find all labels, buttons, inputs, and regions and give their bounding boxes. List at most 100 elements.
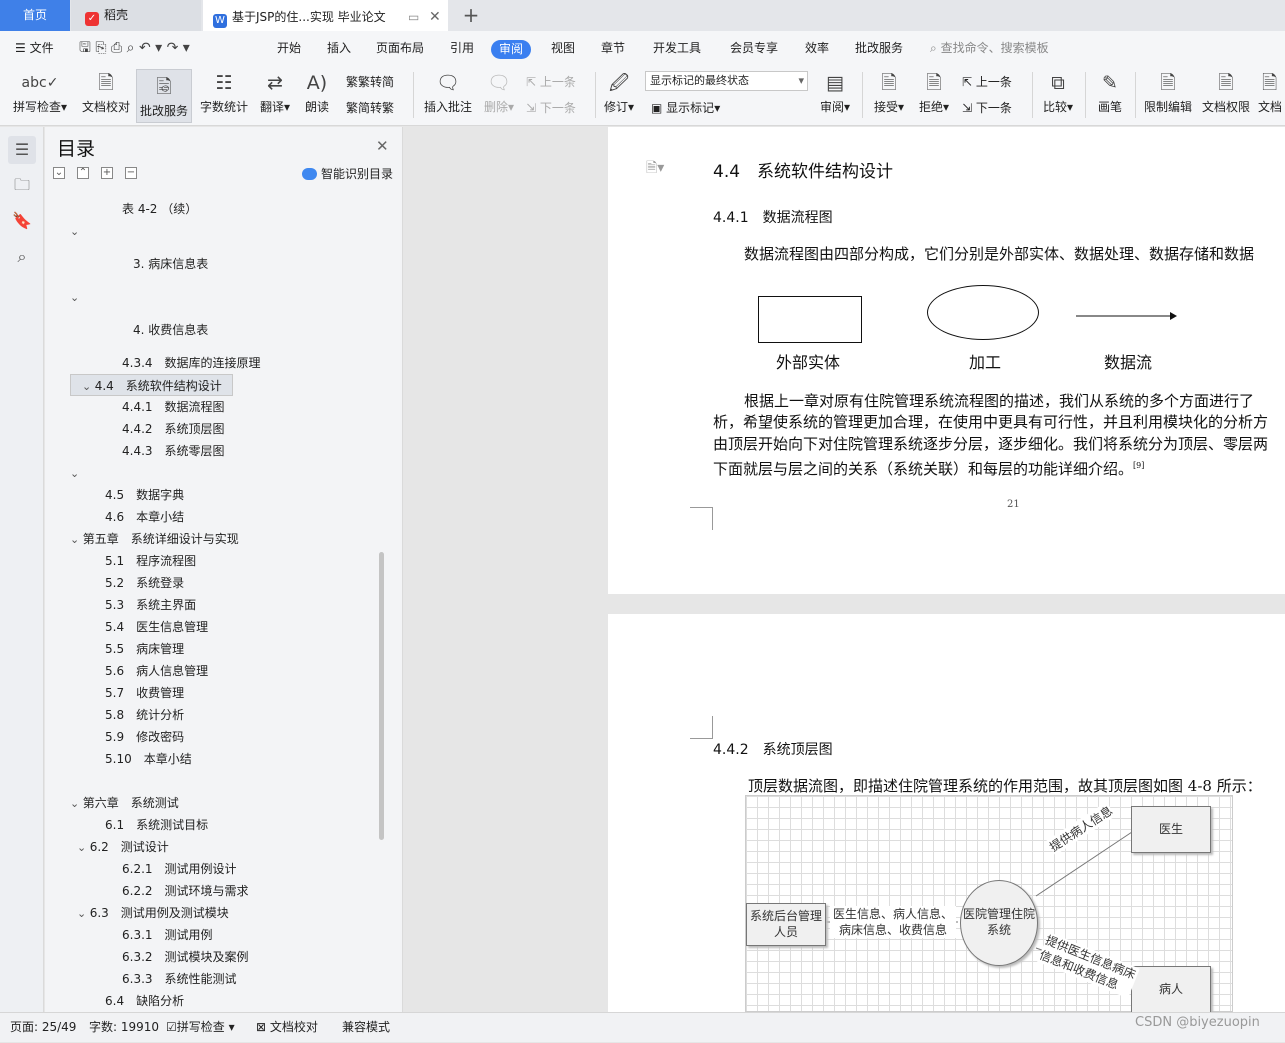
chevron-down-icon[interactable]: ⌄ bbox=[82, 380, 95, 393]
toc-item[interactable]: ⌄ 6.2 测试设计 bbox=[70, 836, 378, 858]
menu-member[interactable]: 会员专享 bbox=[730, 31, 778, 66]
toc-item[interactable]: ⌄ 第六章 系统测试 bbox=[70, 792, 378, 814]
chapter-nav-icon[interactable]: 🗀 bbox=[8, 171, 36, 199]
toc-item[interactable]: 4. 收费信息表 bbox=[70, 308, 378, 352]
tab-document[interactable]: W 基于JSP的住...实现 毕业论文 ▭ ✕ bbox=[203, 0, 448, 31]
toc-item[interactable]: 6.4 缺陷分析 bbox=[70, 990, 378, 1012]
delete-comment-button[interactable]: 🗨 删除▾ bbox=[481, 66, 517, 122]
menu-view[interactable]: 视图 bbox=[551, 31, 575, 66]
toc-item[interactable]: 4.4.1 数据流程图 bbox=[70, 396, 378, 418]
next-comment-button[interactable]: ⇲ 下一条 bbox=[526, 97, 576, 119]
expand-all-icon[interactable]: ⌄ bbox=[53, 167, 65, 179]
toc-item[interactable]: 5.1 程序流程图 bbox=[70, 550, 378, 572]
prev-change-button[interactable]: ⇱ 上一条 bbox=[962, 71, 1012, 93]
toc-item[interactable]: 6.3.2 测试模块及案例 bbox=[70, 946, 378, 968]
prev-comment-button[interactable]: ⇱ 上一条 bbox=[526, 71, 576, 93]
review-pane-button[interactable]: ▤ 审阅▾ bbox=[815, 66, 855, 122]
toc-item[interactable]: 4.4.2 系统顶层图 bbox=[70, 418, 378, 440]
toc-item[interactable]: ⌄ 第五章 系统详细设计与实现 bbox=[70, 528, 378, 550]
toc-item[interactable]: 5.3 系统主界面 bbox=[70, 594, 378, 616]
toc-item[interactable]: 4.6 本章小结 bbox=[70, 506, 378, 528]
spell-check-button[interactable]: abc✓ 拼写检查▾ bbox=[10, 66, 70, 122]
chevron-down-icon[interactable]: ⌄ bbox=[77, 907, 90, 920]
toc-item[interactable]: ⌄ bbox=[70, 220, 378, 242]
tab-daoke[interactable]: ✓ 稻壳 bbox=[71, 0, 201, 31]
toc-item[interactable]: 4.4.3 系统零层图 bbox=[70, 440, 378, 462]
menu-start[interactable]: 开始 bbox=[277, 31, 301, 66]
new-tab-icon[interactable]: + bbox=[459, 2, 483, 30]
menu-review[interactable]: 审阅 bbox=[491, 40, 532, 59]
expand-level-icon[interactable]: + bbox=[101, 167, 113, 179]
search-icon[interactable]: ⌕ bbox=[8, 243, 36, 271]
toc-item[interactable]: 5.5 病床管理 bbox=[70, 638, 378, 660]
toc-item[interactable]: 4.5 数据字典 bbox=[70, 484, 378, 506]
doc-check-status[interactable]: ⊠ 文档校对 bbox=[256, 1013, 318, 1043]
word-count-button[interactable]: ☷ 字数统计 bbox=[197, 66, 251, 122]
page-indicator[interactable]: 页面: 25/49 bbox=[10, 1013, 76, 1043]
correct-service-button[interactable]: 🗟 批改服务 bbox=[136, 69, 192, 123]
collapse-level-icon[interactable]: − bbox=[125, 167, 137, 179]
word-count-status[interactable]: 字数: 19910 bbox=[89, 1013, 159, 1043]
menu-correct-service[interactable]: 批改服务 bbox=[855, 31, 903, 66]
toc-item[interactable]: 5.4 医生信息管理 bbox=[70, 616, 378, 638]
menu-file[interactable]: ☰ 文件 bbox=[15, 31, 54, 66]
menu-dev-tools[interactable]: 开发工具 bbox=[653, 31, 701, 66]
menu-insert[interactable]: 插入 bbox=[327, 31, 351, 66]
chevron-down-icon[interactable]: ⌄ bbox=[70, 533, 83, 546]
tab-home[interactable]: 首页 bbox=[0, 0, 70, 31]
chevron-down-icon[interactable]: ⌄ bbox=[70, 225, 79, 238]
close-icon[interactable]: ✕ bbox=[376, 137, 389, 155]
toc-item[interactable]: 5.6 病人信息管理 bbox=[70, 660, 378, 682]
pen-button[interactable]: ✎ 画笔 bbox=[1092, 66, 1128, 122]
next-change-button[interactable]: ⇲ 下一条 bbox=[962, 97, 1012, 119]
chevron-down-icon[interactable]: ⌄ bbox=[70, 797, 83, 810]
toc-item[interactable]: 5.9 修改密码 bbox=[70, 726, 378, 748]
toc-item[interactable]: 5.8 统计分析 bbox=[70, 704, 378, 726]
toc-item[interactable]: 6.3.3 系统性能测试 bbox=[70, 968, 378, 990]
read-aloud-button[interactable]: A) 朗读 bbox=[300, 66, 334, 122]
toc-item[interactable]: 3. 病床信息表 bbox=[70, 242, 378, 286]
toc-item[interactable]: 5.2 系统登录 bbox=[70, 572, 378, 594]
revise-button[interactable]: 🖉 修订▾ bbox=[600, 66, 638, 122]
quick-toolbar-icons[interactable]: 🖫 ⎘ ⎙ ⌕ ↶ ▾ ↷ ▾ bbox=[79, 31, 190, 66]
doc-permission-button[interactable]: 🗎 文档权限 bbox=[1199, 66, 1253, 122]
command-search[interactable]: ⌕ 查找命令、搜索模板 bbox=[930, 31, 1049, 66]
bookmark-icon[interactable]: 🔖 bbox=[8, 207, 36, 235]
menu-reference[interactable]: 引用 bbox=[450, 31, 474, 66]
smart-toc-button[interactable]: 智能识别目录 bbox=[302, 165, 393, 182]
toc-item[interactable] bbox=[70, 770, 378, 792]
toc-item[interactable]: 5.10 本章小结 bbox=[70, 748, 378, 770]
toc-icon[interactable]: ☰ bbox=[8, 136, 36, 164]
reject-button[interactable]: 🗎 拒绝▾ bbox=[914, 66, 954, 122]
markup-state-select[interactable]: 显示标记的最终状态 ▾ bbox=[645, 71, 808, 91]
menu-efficiency[interactable]: 效率 bbox=[805, 31, 829, 66]
menu-page-layout[interactable]: 页面布局 bbox=[376, 31, 424, 66]
toc-item[interactable]: ⌄ 4.4 系统软件结构设计 bbox=[70, 374, 233, 396]
restrict-edit-button[interactable]: 🗎 限制编辑 bbox=[1141, 66, 1195, 122]
simp-to-trad-button[interactable]: 繁简转繁 bbox=[346, 97, 394, 119]
toc-item[interactable]: ⌄ bbox=[70, 462, 378, 484]
toc-item[interactable]: 5.7 收费管理 bbox=[70, 682, 378, 704]
accept-button[interactable]: 🗎 接受▾ bbox=[869, 66, 909, 122]
collapse-all-icon[interactable]: ⌃ bbox=[77, 167, 89, 179]
show-markup-button[interactable]: ▣ 显示标记▾ bbox=[651, 97, 720, 119]
toc-item[interactable]: 6.3.1 测试用例 bbox=[70, 924, 378, 946]
paragraph-icon[interactable]: 🗎▾ bbox=[646, 157, 664, 181]
chevron-down-icon[interactable]: ⌄ bbox=[70, 291, 79, 304]
doc-check-button[interactable]: 🗎 文档校对 bbox=[79, 66, 133, 122]
toc-item[interactable]: ⌄ 6.3 测试用例及测试模块 bbox=[70, 902, 378, 924]
trad-to-simp-button[interactable]: 繁繁转简 bbox=[346, 71, 394, 93]
close-tab-icon[interactable]: ✕ bbox=[429, 2, 441, 33]
translate-button[interactable]: ⇄ 翻译▾ bbox=[256, 66, 294, 122]
spell-check-status[interactable]: ☑拼写检查 ▾ bbox=[166, 1013, 235, 1043]
toc-item[interactable]: 表 4-2 （续） bbox=[70, 198, 378, 220]
toc-item[interactable]: ⌄ bbox=[70, 286, 378, 308]
restore-icon[interactable]: ▭ bbox=[408, 2, 419, 33]
compare-button[interactable]: ⧉ 比较▾ bbox=[1038, 66, 1078, 122]
more-doc-button[interactable]: 🗎 文档 bbox=[1258, 66, 1285, 122]
chevron-down-icon[interactable]: ⌄ bbox=[70, 467, 79, 480]
insert-comment-button[interactable]: 🗨 插入批注 bbox=[420, 66, 476, 122]
toc-item[interactable]: 6.2.1 测试用例设计 bbox=[70, 858, 378, 880]
toc-item[interactable]: 6.1 系统测试目标 bbox=[70, 814, 378, 836]
chevron-down-icon[interactable]: ⌄ bbox=[77, 841, 90, 854]
